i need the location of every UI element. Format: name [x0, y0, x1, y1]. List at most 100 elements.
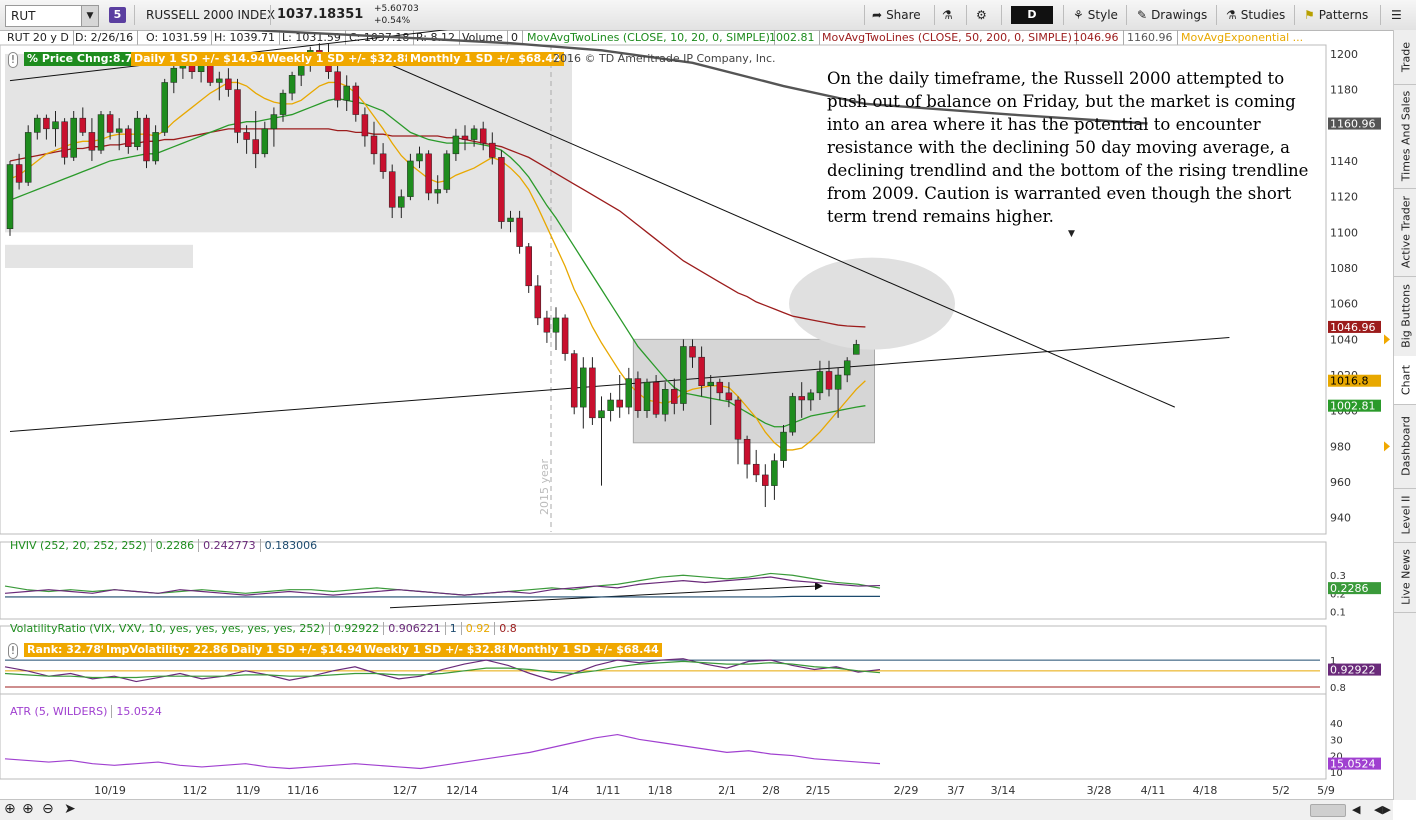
right-sidebar: Trade Times And Sales Active Trader Big …	[1393, 30, 1416, 800]
candle-body	[416, 153, 423, 162]
tab-label: Big Buttons	[1399, 284, 1412, 348]
candle-body	[607, 399, 614, 411]
candle-body	[589, 367, 596, 419]
toolbar-divider	[1294, 5, 1295, 25]
link-group-badge[interactable]: 5	[109, 7, 126, 23]
studies-label: Studies	[1240, 8, 1286, 22]
net-change: +5.60703	[374, 4, 419, 14]
menu-icon: ☰	[1391, 8, 1402, 22]
tab-chart[interactable]: Chart	[1394, 356, 1416, 405]
vr-study-name[interactable]: VolatilityRatio (VIX, VXV, 10, yes, yes,…	[6, 622, 330, 635]
zoom-out-icon[interactable]: ⊖	[42, 801, 54, 817]
drawings-button[interactable]: ✎ Drawings	[1137, 4, 1207, 26]
series-line	[5, 595, 881, 598]
candle-body	[6, 164, 14, 229]
flask-button[interactable]: ⚗	[942, 4, 957, 26]
price-change-tag: % Price Chng:8.75	[24, 52, 144, 66]
chart-annotation[interactable]: On the daily timeframe, the Russell 2000…	[827, 67, 1327, 228]
weekly-sd-tag: Weekly 1 SD +/- $32.88	[264, 52, 416, 66]
toolbar-divider	[1216, 5, 1217, 25]
candle-body	[489, 142, 496, 158]
toolbar-divider	[1001, 5, 1002, 25]
candle-body	[716, 381, 724, 394]
menu-button[interactable]: ☰	[1391, 4, 1406, 26]
tab-active-trader[interactable]: Active Trader	[1394, 188, 1416, 277]
tab-trade[interactable]: Trade	[1394, 30, 1416, 85]
vr-value-3: 1	[445, 622, 462, 635]
hviv-study-name[interactable]: HVIV (252, 20, 252, 252)	[6, 539, 152, 552]
symbol-dropdown-icon[interactable]: ▼	[81, 6, 98, 26]
candle-body	[261, 128, 269, 155]
candle-body	[270, 114, 278, 130]
zoom-in-icon[interactable]: ⊕	[22, 801, 34, 817]
hviv-panel: 0.10.20.30.2286	[0, 541, 1381, 620]
share-button[interactable]: ➦ Share	[872, 4, 921, 26]
x-tick-label: 2/29	[894, 784, 919, 797]
y-tick-label: 40	[1330, 719, 1343, 730]
top-toolbar: RUT ▼ 5 RUSSELL 2000 INDEX 1037.18351 +5…	[0, 0, 1416, 31]
patterns-button[interactable]: ⚑ Patterns	[1304, 4, 1368, 26]
toolbar-divider	[1063, 5, 1064, 25]
candle-body	[434, 189, 441, 194]
x-tick-label: 4/18	[1193, 784, 1218, 797]
symbol-input[interactable]: RUT ▼	[5, 5, 99, 27]
timeframe-button[interactable]: D	[1011, 6, 1053, 24]
settings-button[interactable]: ⚙	[976, 4, 991, 26]
candle-body	[470, 128, 478, 140]
scroll-left-icon[interactable]: ◀	[1352, 803, 1360, 816]
sub-panel-frame	[0, 541, 1327, 620]
weekly-sd-tag: Weekly 1 SD +/- $32.88	[361, 643, 513, 657]
atr-study-name[interactable]: ATR (5, WILDERS)	[6, 705, 113, 718]
vr-value-2: 0.906221	[384, 622, 446, 635]
bottom-toolbar: ⊕ ⊕ ⊖ ➤ ◀ ◀▶	[0, 799, 1393, 820]
symbol-text: RUT	[11, 9, 36, 23]
tab-big-buttons[interactable]: Big Buttons	[1394, 276, 1416, 357]
toolbar-divider	[1126, 5, 1127, 25]
y-tick-label: 0.1	[1330, 607, 1346, 618]
cursor-icon[interactable]: ➤	[64, 801, 76, 817]
candle-body	[24, 132, 32, 183]
price-marker-icon	[1384, 334, 1390, 345]
info-icon[interactable]: !	[8, 52, 18, 68]
scroll-right-icon[interactable]: ◀▶	[1374, 803, 1391, 816]
imp-vol-tag: ImpVolatility: 22.86%	[103, 643, 243, 657]
x-tick-label: 5/2	[1272, 784, 1290, 797]
price-change: +5.60703 +0.54%	[374, 3, 419, 27]
gear-icon: ⚙	[976, 8, 987, 22]
studies-button[interactable]: ⚗ Studies	[1226, 4, 1285, 26]
candle-body	[398, 196, 405, 208]
tab-dashboard[interactable]: Dashboard	[1394, 404, 1416, 489]
tab-label: Chart	[1399, 364, 1412, 396]
y-tick-label: 1060	[1330, 298, 1358, 311]
y-tick-label: 1180	[1330, 84, 1358, 97]
candle-body	[152, 132, 159, 162]
candle-body	[598, 410, 605, 419]
x-tick-label: 11/9	[236, 784, 261, 797]
tab-level-ii[interactable]: Level II	[1394, 488, 1416, 543]
monthly-sd-tag: Monthly 1 SD +/- $68.44	[505, 643, 662, 657]
candle-body	[698, 356, 705, 386]
crosshair-icon[interactable]: ⊕	[4, 801, 16, 817]
scrollbar-thumb[interactable]	[1310, 804, 1346, 817]
rank-tag: Rank: 32.78%	[24, 643, 116, 657]
style-icon: ⚘	[1073, 8, 1084, 22]
volatility-ratio-panel: 0.8 1 0.92922	[0, 625, 1381, 700]
candle-body	[616, 399, 623, 408]
x-tick-label: 1/4	[551, 784, 569, 797]
candle-body	[288, 75, 296, 94]
tab-label: Active Trader	[1399, 195, 1412, 269]
tab-times-and-sales[interactable]: Times And Sales	[1394, 84, 1416, 189]
x-tick-label: 2/8	[762, 784, 780, 797]
tab-live-news[interactable]: Live News	[1394, 542, 1416, 613]
candle-body	[671, 389, 678, 404]
y-tick-label: 0.3	[1330, 571, 1346, 582]
info-icon[interactable]: !	[8, 643, 18, 659]
candle-body	[561, 317, 569, 354]
annotation-anchor-icon[interactable]: ▼	[1068, 229, 1075, 239]
x-tick-label: 3/28	[1087, 784, 1112, 797]
share-label: Share	[886, 8, 921, 22]
style-button[interactable]: ⚘ Style	[1073, 4, 1118, 26]
y-tick-label: 1040	[1330, 333, 1358, 346]
y-tick-label: 1140	[1330, 155, 1358, 168]
tab-label: Dashboard	[1399, 416, 1412, 476]
